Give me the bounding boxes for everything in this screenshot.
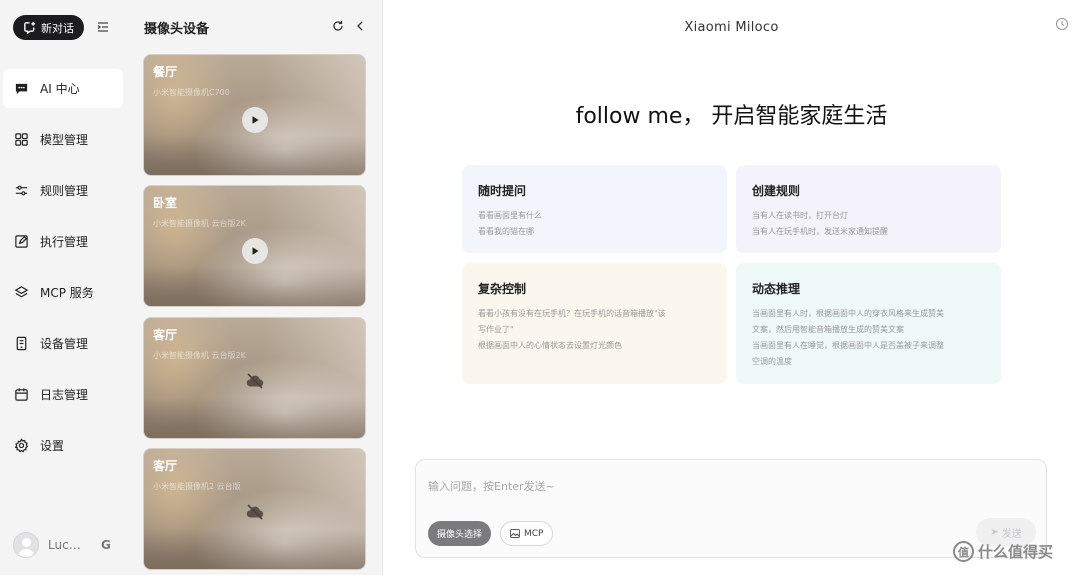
watermark-text: 什么值得买 bbox=[978, 543, 1054, 561]
nav-item-settings[interactable]: 设置 bbox=[3, 426, 123, 465]
camera-select-label: 摄像头选择 bbox=[437, 530, 483, 540]
nav-item-model-management[interactable]: 模型管理 bbox=[3, 120, 123, 159]
suggestion-line: 看看小孩有没有在玩手机？在玩手机的话音箱播放"该 bbox=[478, 309, 666, 318]
nav-item-label: 模型管理 bbox=[40, 133, 89, 147]
app-title: Xiaomi Miloco bbox=[684, 20, 779, 35]
camera-name: 客厅 bbox=[153, 459, 178, 473]
avatar[interactable] bbox=[13, 532, 39, 558]
nav-item-rule-management[interactable]: 规则管理 bbox=[3, 171, 123, 210]
nav-item-label: 执行管理 bbox=[40, 235, 89, 249]
nav-item-label: MCP 服务 bbox=[40, 286, 94, 300]
nav-item-execution-management[interactable]: 执行管理 bbox=[3, 222, 123, 261]
suggestion-card-title: 动态推理 bbox=[752, 282, 801, 296]
history-icon[interactable] bbox=[1055, 17, 1069, 31]
mcp-label: MCP bbox=[524, 528, 544, 539]
watermark: 值 什么值得买 bbox=[953, 541, 1053, 562]
layers-icon bbox=[14, 286, 29, 298]
camera-model: 小米智能摄像机C700 bbox=[153, 88, 230, 97]
user-status-badge[interactable]: G bbox=[101, 538, 111, 552]
new-chat-icon bbox=[24, 21, 36, 34]
nav-item-device-management[interactable]: 设备管理 bbox=[3, 324, 123, 363]
new-chat-label: 新对话 bbox=[41, 21, 74, 35]
camera-panel: 摄像头设备 餐厅 小米智能摄像机C700 卧室 小米智能摄像机 云台版2K 客厅… bbox=[126, 0, 383, 575]
suggestion-card[interactable]: 随时提问 看看画面里有什么 看看我的猫在哪 bbox=[462, 165, 727, 253]
collapse-sidebar-icon[interactable] bbox=[96, 20, 110, 34]
sliders-icon bbox=[15, 185, 28, 196]
chat-input[interactable] bbox=[428, 480, 1028, 493]
suggestion-card[interactable]: 创建规则 当有人在读书时，打开台灯 当有人在玩手机时，发送米家通知提醒 bbox=[736, 165, 1001, 253]
hero-heading: follow me， 开启智能家庭生活 bbox=[575, 104, 888, 129]
camera-card[interactable]: 客厅 小米智能摄像机 云台版2K bbox=[143, 317, 366, 439]
chevron-left-icon[interactable] bbox=[355, 20, 365, 32]
play-button[interactable] bbox=[242, 238, 268, 264]
camera-panel-title: 摄像头设备 bbox=[144, 22, 210, 37]
nav-item-label: 设置 bbox=[40, 439, 65, 453]
suggestion-line: 空调的温度 bbox=[752, 357, 792, 366]
mcp-button[interactable]: MCP bbox=[500, 521, 554, 546]
chat-icon bbox=[15, 83, 28, 95]
camera-model: 小米智能摄像机 云台版2K bbox=[153, 219, 246, 228]
user-name: Luci... bbox=[48, 538, 82, 552]
cloud-off-icon bbox=[246, 373, 264, 389]
play-button[interactable] bbox=[242, 107, 268, 133]
nav-item-label: 规则管理 bbox=[40, 184, 89, 198]
nav-item-label: 日志管理 bbox=[40, 388, 89, 402]
calendar-icon bbox=[15, 388, 28, 401]
cloud-off-icon bbox=[246, 504, 264, 520]
nav-item-log-management[interactable]: 日志管理 bbox=[3, 375, 123, 414]
nav-item-mcp-service[interactable]: MCP 服务 bbox=[3, 273, 123, 312]
suggestion-line: 写作业了" bbox=[478, 325, 514, 334]
gear-icon bbox=[14, 438, 29, 453]
send-icon: ➤ bbox=[990, 526, 999, 538]
suggestion-line: 看看画面里有什么 bbox=[478, 211, 542, 220]
edit-icon bbox=[15, 235, 28, 248]
grid-icon bbox=[15, 133, 28, 146]
camera-name: 卧室 bbox=[153, 196, 178, 210]
play-icon bbox=[252, 247, 259, 255]
suggestion-line: 当有人在读书时，打开台灯 bbox=[752, 211, 848, 220]
new-chat-button[interactable]: 新对话 bbox=[13, 15, 84, 40]
camera-card[interactable]: 客厅 小米智能摄像机2 云台版 bbox=[143, 448, 366, 570]
refresh-icon[interactable] bbox=[332, 20, 344, 32]
send-label: 发送 bbox=[1001, 528, 1022, 540]
camera-model: 小米智能摄像机 云台版2K bbox=[153, 351, 246, 360]
camera-name: 餐厅 bbox=[153, 65, 178, 79]
suggestion-card[interactable]: 复杂控制 看看小孩有没有在玩手机？在玩手机的话音箱播放"该 写作业了" 根据画面… bbox=[462, 263, 727, 384]
nav-item-label: AI 中心 bbox=[40, 82, 80, 96]
watermark-logo-icon: 值 bbox=[953, 541, 974, 562]
nav-item-label: 设备管理 bbox=[40, 337, 89, 351]
suggestion-card[interactable]: 动态推理 当画面里有人时，根据画面中人的穿衣风格来生成赞美 文案，然后用智能音箱… bbox=[736, 263, 1001, 384]
camera-model: 小米智能摄像机2 云台版 bbox=[153, 482, 241, 491]
user-profile[interactable]: Luci... G bbox=[13, 532, 111, 558]
suggestion-card-title: 复杂控制 bbox=[478, 282, 527, 296]
nav-item-ai-center[interactable]: AI 中心 bbox=[3, 69, 123, 108]
suggestion-line: 当有人在玩手机时，发送米家通知提醒 bbox=[752, 227, 888, 236]
suggestion-line: 当画面里有人在睡觉，根据画面中人是否盖被子来调整 bbox=[752, 341, 944, 350]
camera-name: 客厅 bbox=[153, 328, 178, 342]
camera-card[interactable]: 卧室 小米智能摄像机 云台版2K bbox=[143, 185, 366, 307]
camera-card[interactable]: 餐厅 小米智能摄像机C700 bbox=[143, 54, 366, 176]
camera-select-button[interactable]: 摄像头选择 bbox=[428, 521, 492, 546]
main-area: Xiaomi Miloco follow me， 开启智能家庭生活 随时提问 看… bbox=[383, 0, 1080, 575]
suggestion-line: 当画面里有人时，根据画面中人的穿衣风格来生成赞美 bbox=[752, 309, 944, 318]
device-icon bbox=[16, 336, 27, 351]
sidebar: 新对话 AI 中心 模型管理 规则管理 执行管理 MCP 服务 设备管理 日志管… bbox=[0, 0, 126, 575]
nav-list: AI 中心 模型管理 规则管理 执行管理 MCP 服务 设备管理 日志管理 设置 bbox=[3, 69, 123, 477]
suggestion-line: 根据画面中人的心情状态去设置灯光颜色 bbox=[478, 341, 622, 350]
play-icon bbox=[252, 116, 259, 124]
suggestion-card-title: 随时提问 bbox=[478, 184, 527, 198]
suggestion-line: 看看我的猫在哪 bbox=[478, 227, 534, 236]
image-icon bbox=[510, 529, 520, 538]
suggestion-card-title: 创建规则 bbox=[752, 184, 801, 198]
suggestion-line: 文案，然后用智能音箱播放生成的赞美文案 bbox=[752, 325, 904, 334]
